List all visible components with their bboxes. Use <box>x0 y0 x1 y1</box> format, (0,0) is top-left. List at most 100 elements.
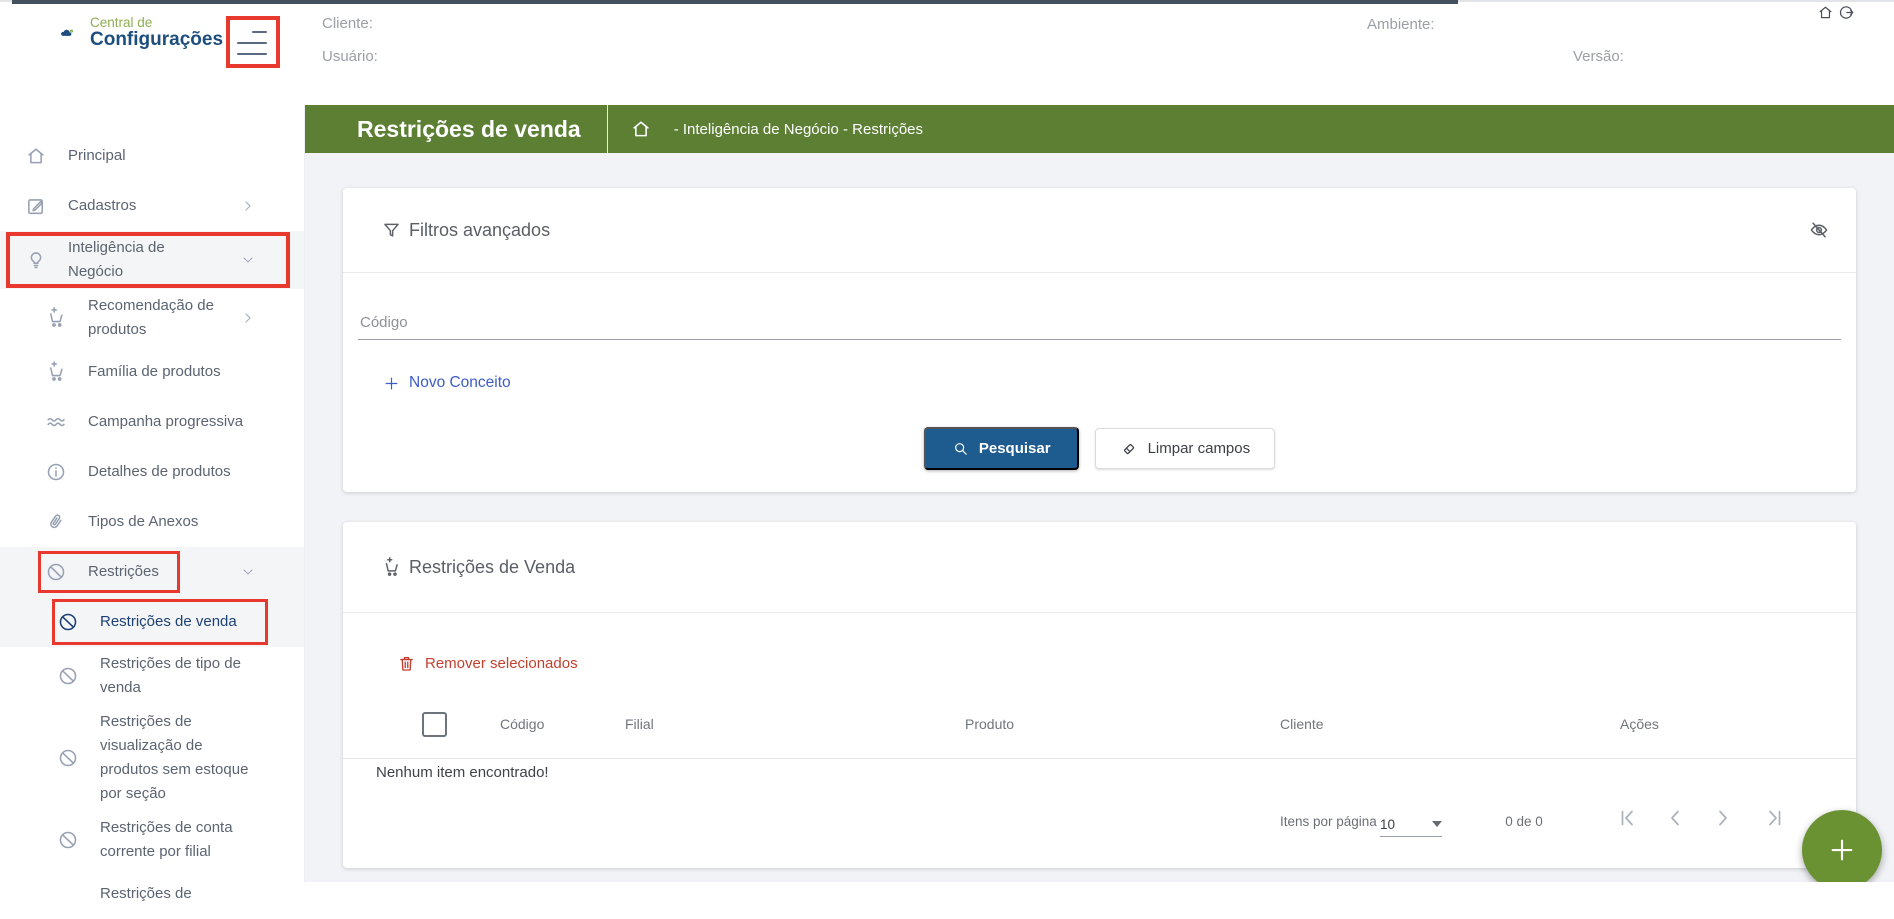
prev-page-icon[interactable] <box>1663 806 1687 830</box>
new-concept-label: Novo Conceito <box>409 374 511 392</box>
info-icon <box>44 461 68 483</box>
breadcrumb: - Inteligência de Negócio - Restrições <box>674 121 923 138</box>
items-per-page-select[interactable]: 10 <box>1380 812 1442 837</box>
chevron-down-icon <box>236 564 260 580</box>
next-page-icon[interactable] <box>1711 806 1735 830</box>
cart-plus-icon <box>381 557 402 578</box>
waves-icon <box>44 411 68 433</box>
add-button[interactable] <box>1802 810 1882 882</box>
plus-icon <box>383 375 400 392</box>
filters-card-header: Filtros avançados <box>343 188 1856 272</box>
hamburger-menu-button[interactable] <box>237 31 267 55</box>
clear-fields-button[interactable]: Limpar campos <box>1095 428 1276 469</box>
cart-plus-icon <box>44 361 68 383</box>
sidebar-item-detalhes-de-produtos[interactable]: Detalhes de produtos <box>0 447 304 497</box>
edit-icon <box>24 195 48 217</box>
sidebar-item-label: Recomendação de produtos <box>88 294 258 342</box>
no-entry-icon <box>56 747 80 769</box>
no-entry-icon <box>56 829 80 851</box>
sidebar-item-familia-de-produtos[interactable]: Família de produtos <box>0 347 304 397</box>
sidebar-item-label: Cadastros <box>68 194 198 218</box>
items-per-page-label: Itens por página <box>1280 814 1377 829</box>
logo-line1: Central de <box>90 16 223 30</box>
new-concept-link[interactable]: Novo Conceito <box>383 370 511 396</box>
sidebar-item-label: Restrições <box>88 560 258 584</box>
bulb-icon <box>24 249 48 271</box>
eraser-icon <box>1120 440 1138 458</box>
sidebar-item-campanha-progressiva[interactable]: Campanha progressiva <box>0 397 304 447</box>
column-header-filial: Filial <box>625 716 654 732</box>
cloud-gear-logo-icon <box>58 22 80 44</box>
column-header-acoes: Ações <box>1620 716 1659 732</box>
chevron-right-icon <box>236 310 260 326</box>
sidebar-item-tipos-de-anexos[interactable]: Tipos de Anexos <box>0 497 304 547</box>
pagination: Itens por página 10 0 de 0 <box>343 800 1856 860</box>
trash-icon <box>397 654 416 673</box>
eye-off-icon[interactable] <box>1808 219 1830 241</box>
sidebar-item-restricoes-de-cortado[interactable]: Restrições de <box>0 869 304 919</box>
sidebar-item-inteligencia-de-negocio[interactable]: Inteligência de Negócio <box>0 231 304 289</box>
column-header-cliente: Cliente <box>1280 716 1324 732</box>
cliente-label: Cliente: <box>322 15 373 32</box>
card-divider <box>343 272 1856 273</box>
home-icon <box>24 145 48 167</box>
filters-actions: Pesquisar Limpar campos <box>343 427 1856 470</box>
codigo-input[interactable] <box>358 306 1841 340</box>
sidebar-item-principal[interactable]: Principal <box>0 131 304 181</box>
app-logo: Central de Configurações <box>58 16 223 50</box>
sidebar-item-restricoes-de-visualizacao[interactable]: Restrições de visualização de produtos s… <box>0 705 304 811</box>
empty-message: Nenhum item encontrado! <box>376 764 549 781</box>
no-entry-icon <box>56 665 80 687</box>
sidebar-item-label: Tipos de Anexos <box>88 510 258 534</box>
sidebar-item-label: Restrições de venda <box>100 610 250 634</box>
search-button[interactable]: Pesquisar <box>924 427 1079 470</box>
filter-icon <box>381 220 402 241</box>
sidebar: Principal Cadastros Inteligência de Negóci… <box>0 105 305 882</box>
column-header-codigo: Código <box>500 716 544 732</box>
caret-down-icon <box>1432 821 1442 827</box>
sidebar-item-cadastros[interactable]: Cadastros <box>0 181 304 231</box>
select-all-checkbox[interactable] <box>422 712 447 737</box>
remove-selected-button[interactable]: Remover selecionados <box>397 654 578 673</box>
sidebar-item-label: Campanha progressiva <box>88 410 258 434</box>
page-range-label: 0 de 0 <box>1488 814 1560 829</box>
sidebar-item-restricoes-de-tipo-de-venda[interactable]: Restrições de tipo de venda <box>0 647 304 705</box>
items-per-page-value: 10 <box>1380 817 1395 832</box>
versao-label: Versão: <box>1573 48 1624 65</box>
remove-selected-label: Remover selecionados <box>425 655 578 672</box>
last-page-icon[interactable] <box>1763 806 1787 830</box>
chevron-down-icon <box>236 252 260 268</box>
logout-icon[interactable] <box>1838 4 1855 21</box>
header-divider <box>607 105 608 153</box>
sidebar-item-restricoes[interactable]: Restrições <box>0 547 304 597</box>
table-header-row: Código Filial Produto Cliente Ações <box>343 700 1856 758</box>
cart-plus-icon <box>44 307 68 329</box>
sidebar-item-restricoes-de-venda[interactable]: Restrições de venda <box>0 597 304 647</box>
logo-line2: Configurações <box>90 30 223 50</box>
home-icon[interactable] <box>1817 4 1834 21</box>
no-entry-icon <box>56 611 80 633</box>
clear-fields-label: Limpar campos <box>1148 440 1251 457</box>
column-header-produto: Produto <box>965 716 1014 732</box>
sidebar-item-restricoes-de-conta-corrente[interactable]: Restrições de conta corrente por filial <box>0 811 304 869</box>
usuario-label: Usuário: <box>322 48 378 65</box>
topbar: Central de Configurações Cliente: Usuári… <box>0 0 1894 105</box>
sidebar-item-label: Restrições de <box>100 882 250 906</box>
chevron-right-icon <box>236 198 260 214</box>
table-divider <box>343 758 1856 759</box>
restrictions-list-card: Restrições de Venda Remover selecionados… <box>343 522 1856 868</box>
search-icon <box>952 440 969 457</box>
breadcrumb-home-icon[interactable] <box>630 118 652 140</box>
sidebar-item-label: Família de produtos <box>88 360 258 384</box>
sidebar-item-label: Restrições de conta corrente por filial <box>100 816 250 864</box>
sidebar-item-label: Detalhes de produtos <box>88 460 258 484</box>
list-title: Restrições de Venda <box>409 557 575 578</box>
card-divider <box>343 612 1856 613</box>
page-header: Restrições de venda - Inteligência de Ne… <box>305 105 1894 153</box>
sidebar-item-label: Principal <box>68 144 198 168</box>
top-accent-line <box>12 0 1458 4</box>
list-card-header: Restrições de Venda <box>343 522 1856 612</box>
filters-card: Filtros avançados Novo Conceito Pesquisa… <box>343 188 1856 492</box>
first-page-icon[interactable] <box>1615 806 1639 830</box>
sidebar-item-recomendacao-de-produtos[interactable]: Recomendação de produtos <box>0 289 304 347</box>
